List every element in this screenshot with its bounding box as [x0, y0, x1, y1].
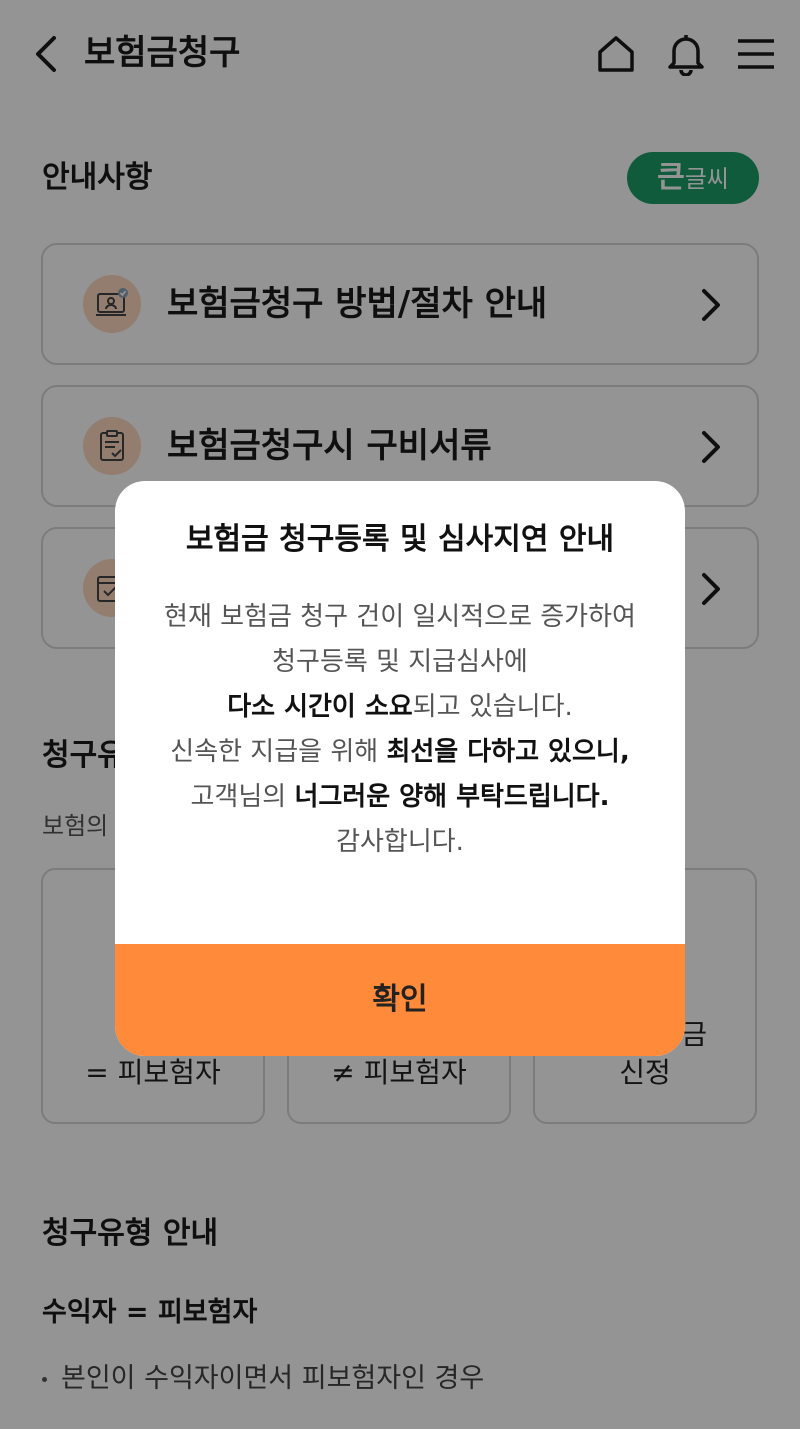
dialog-line: 신속한 지급을 위해 최선을 다하고 있으니,	[115, 730, 685, 775]
dialog-line: 고객님의 너그러운 양해 부탁드립니다.	[115, 775, 685, 820]
dialog-body: 현재 보험금 청구 건이 일시적으로 증가하여 청구등록 및 지급심사에 다소 …	[115, 595, 685, 865]
dialog-line: 현재 보험금 청구 건이 일시적으로 증가하여	[164, 602, 636, 632]
dialog-bold-text: 너그러운 양해 부탁드립니다.	[294, 782, 610, 812]
dialog-line: 청구등록 및 지급심사에	[272, 647, 528, 677]
dialog-text: 신속한 지급을 위해	[170, 737, 387, 767]
dialog-line: 다소 시간이 소요되고 있습니다.	[115, 685, 685, 730]
dialog-text: 되고 있습니다.	[412, 692, 573, 722]
confirm-button[interactable]: 확인	[115, 944, 685, 1056]
dialog-bold-text: 다소 시간이 소요	[227, 692, 413, 722]
dialog-title: 보험금 청구등록 및 심사지연 안내	[185, 522, 615, 557]
delay-notice-dialog: 보험금 청구등록 및 심사지연 안내 현재 보험금 청구 건이 일시적으로 증가…	[115, 481, 685, 1056]
dialog-text: 고객님의	[190, 782, 295, 812]
dialog-line: 감사합니다.	[336, 827, 464, 857]
dialog-bold-text: 최선을 다하고 있으니,	[386, 737, 630, 767]
